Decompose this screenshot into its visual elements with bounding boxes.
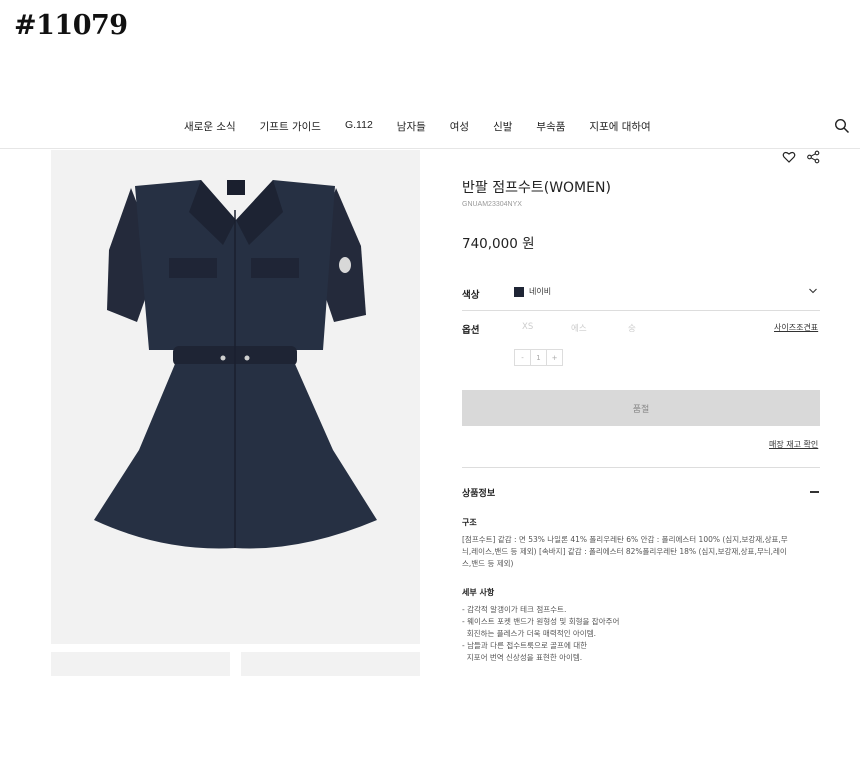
product-title: 반팔 점프수트(WOMEN) <box>462 180 611 196</box>
detail-line: 회진하는 플레스가 더욱 매력적인 아이템. <box>462 629 596 638</box>
nav-item-g112[interactable]: G.112 <box>345 119 373 134</box>
product-code: GNUAM23304NYX <box>462 201 522 208</box>
dress-illustration <box>94 180 377 549</box>
color-name: 네이비 <box>529 287 552 296</box>
structure-line: 늬,레이스,밴드 등 제외) [속바지] 같감 : 폴리에스터 82%폴리우레탄… <box>462 547 787 556</box>
nav-item-accessories[interactable]: 부속품 <box>536 119 565 134</box>
thumbnail-2[interactable] <box>241 652 420 676</box>
store-stock-link[interactable]: 매장 재고 확인 <box>769 439 818 450</box>
divider <box>462 467 820 468</box>
top-navigation: 새로운 소식 기프트 가이드 G.112 남자들 여성 신발 부속품 지포에 대… <box>0 113 860 149</box>
detail-line: - 감각적 알갱이가 테크 점프수트. <box>462 605 567 614</box>
minus-icon[interactable] <box>810 491 819 493</box>
nav-item-gift-guide[interactable]: 기프트 가이드 <box>260 119 321 134</box>
nav-item-about[interactable]: 지포에 대하여 <box>589 119 650 134</box>
option-xs[interactable]: XS <box>522 322 533 332</box>
color-swatch <box>514 287 524 297</box>
nav-item-men[interactable]: 남자들 <box>397 119 426 134</box>
heart-icon[interactable] <box>782 150 796 164</box>
post-number: #11079 <box>14 10 128 41</box>
nav-item-news[interactable]: 새로운 소식 <box>184 119 236 134</box>
search-icon[interactable] <box>834 118 850 134</box>
size-guide-link[interactable]: 사이즈조견표 <box>774 322 818 333</box>
detail-line: - 웨이스트 포켓 밴드가 원형성 및 회형을 잡아주어 <box>462 617 620 626</box>
structure-text: [점프수트] 같감 : 면 53% 나일론 41% 폴리우레탄 6% 안감 : … <box>462 534 820 570</box>
color-select[interactable]: 네이비 <box>462 278 820 311</box>
nav-item-women[interactable]: 여성 <box>450 119 469 134</box>
detail-line: 지포어 번역 신상성을 표현한 아이템. <box>462 653 583 662</box>
quantity-plus-button[interactable]: + <box>546 349 563 366</box>
nav-item-shoes[interactable]: 신발 <box>493 119 512 134</box>
chevron-down-icon <box>809 288 817 294</box>
option-label: 옵션 <box>462 325 480 336</box>
quantity-stepper: - 1 + <box>514 349 563 366</box>
product-actions <box>782 150 820 164</box>
detail-line: - 남들과 다른 접수트룩으로 골프에 대한 <box>462 641 588 650</box>
structure-line: 스,밴드 등 제외) <box>462 559 514 568</box>
option-m[interactable]: 숭 <box>628 322 636 334</box>
product-price: 740,000 원 <box>462 236 535 252</box>
nav-list: 새로운 소식 기프트 가이드 G.112 남자들 여성 신발 부속품 지포에 대… <box>184 119 675 134</box>
structure-title: 구조 <box>462 518 477 527</box>
product-info-title[interactable]: 상품정보 <box>462 486 495 499</box>
soldout-button[interactable]: 품절 <box>462 390 820 426</box>
quantity-minus-button[interactable]: - <box>514 349 531 366</box>
option-s[interactable]: 에스 <box>571 322 587 334</box>
quantity-value[interactable]: 1 <box>530 349 547 366</box>
detail-title: 세부 사항 <box>462 588 495 597</box>
thumbnail-1[interactable] <box>51 652 230 676</box>
share-icon[interactable] <box>806 150 820 164</box>
detail-text: - 감각적 알갱이가 테크 점프수트. - 웨이스트 포켓 밴드가 원형성 및 … <box>462 604 820 664</box>
structure-line: [점프수트] 같감 : 면 53% 나일론 41% 폴리우레탄 6% 안감 : … <box>462 535 788 544</box>
product-main-image[interactable] <box>51 150 420 644</box>
